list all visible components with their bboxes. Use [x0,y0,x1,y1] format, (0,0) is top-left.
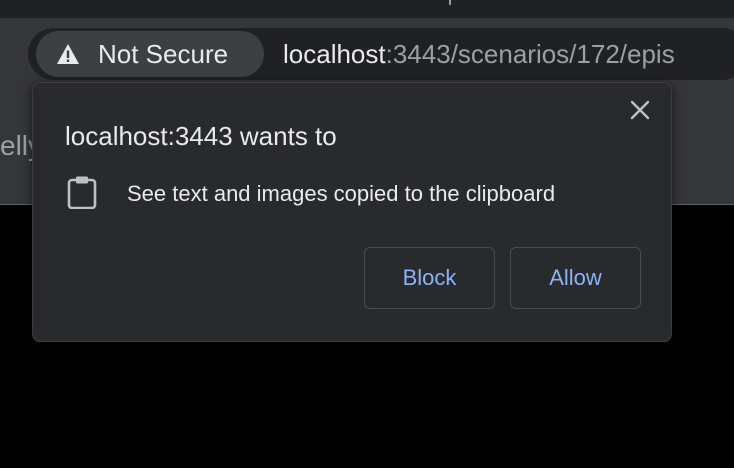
permission-title: localhost:3443 wants to [65,121,337,151]
close-button[interactable] [625,97,655,127]
url-path: :3443/scenarios/172/epis [385,39,675,69]
permission-text: See text and images copied to the clipbo… [127,181,556,206]
url-text[interactable]: localhost:3443/scenarios/172/epis [283,31,734,77]
close-icon [630,100,650,125]
security-chip[interactable]: Not Secure [36,31,264,77]
permission-row: See text and images copied to the clipbo… [67,175,556,214]
warning-triangle-icon [56,43,80,65]
allow-button[interactable]: Allow [510,247,641,309]
block-button[interactable]: Block [364,247,495,309]
tab-strip [0,0,734,18]
url-host: localhost [283,39,386,69]
tab-edge [449,0,451,5]
page-partial-text: elly [0,130,34,161]
permission-bubble: localhost:3443 wants to See text and ima… [32,82,672,342]
security-label: Not Secure [98,39,229,69]
clipboard-icon [67,175,97,214]
back-arrow-icon[interactable]: ← [0,42,4,64]
